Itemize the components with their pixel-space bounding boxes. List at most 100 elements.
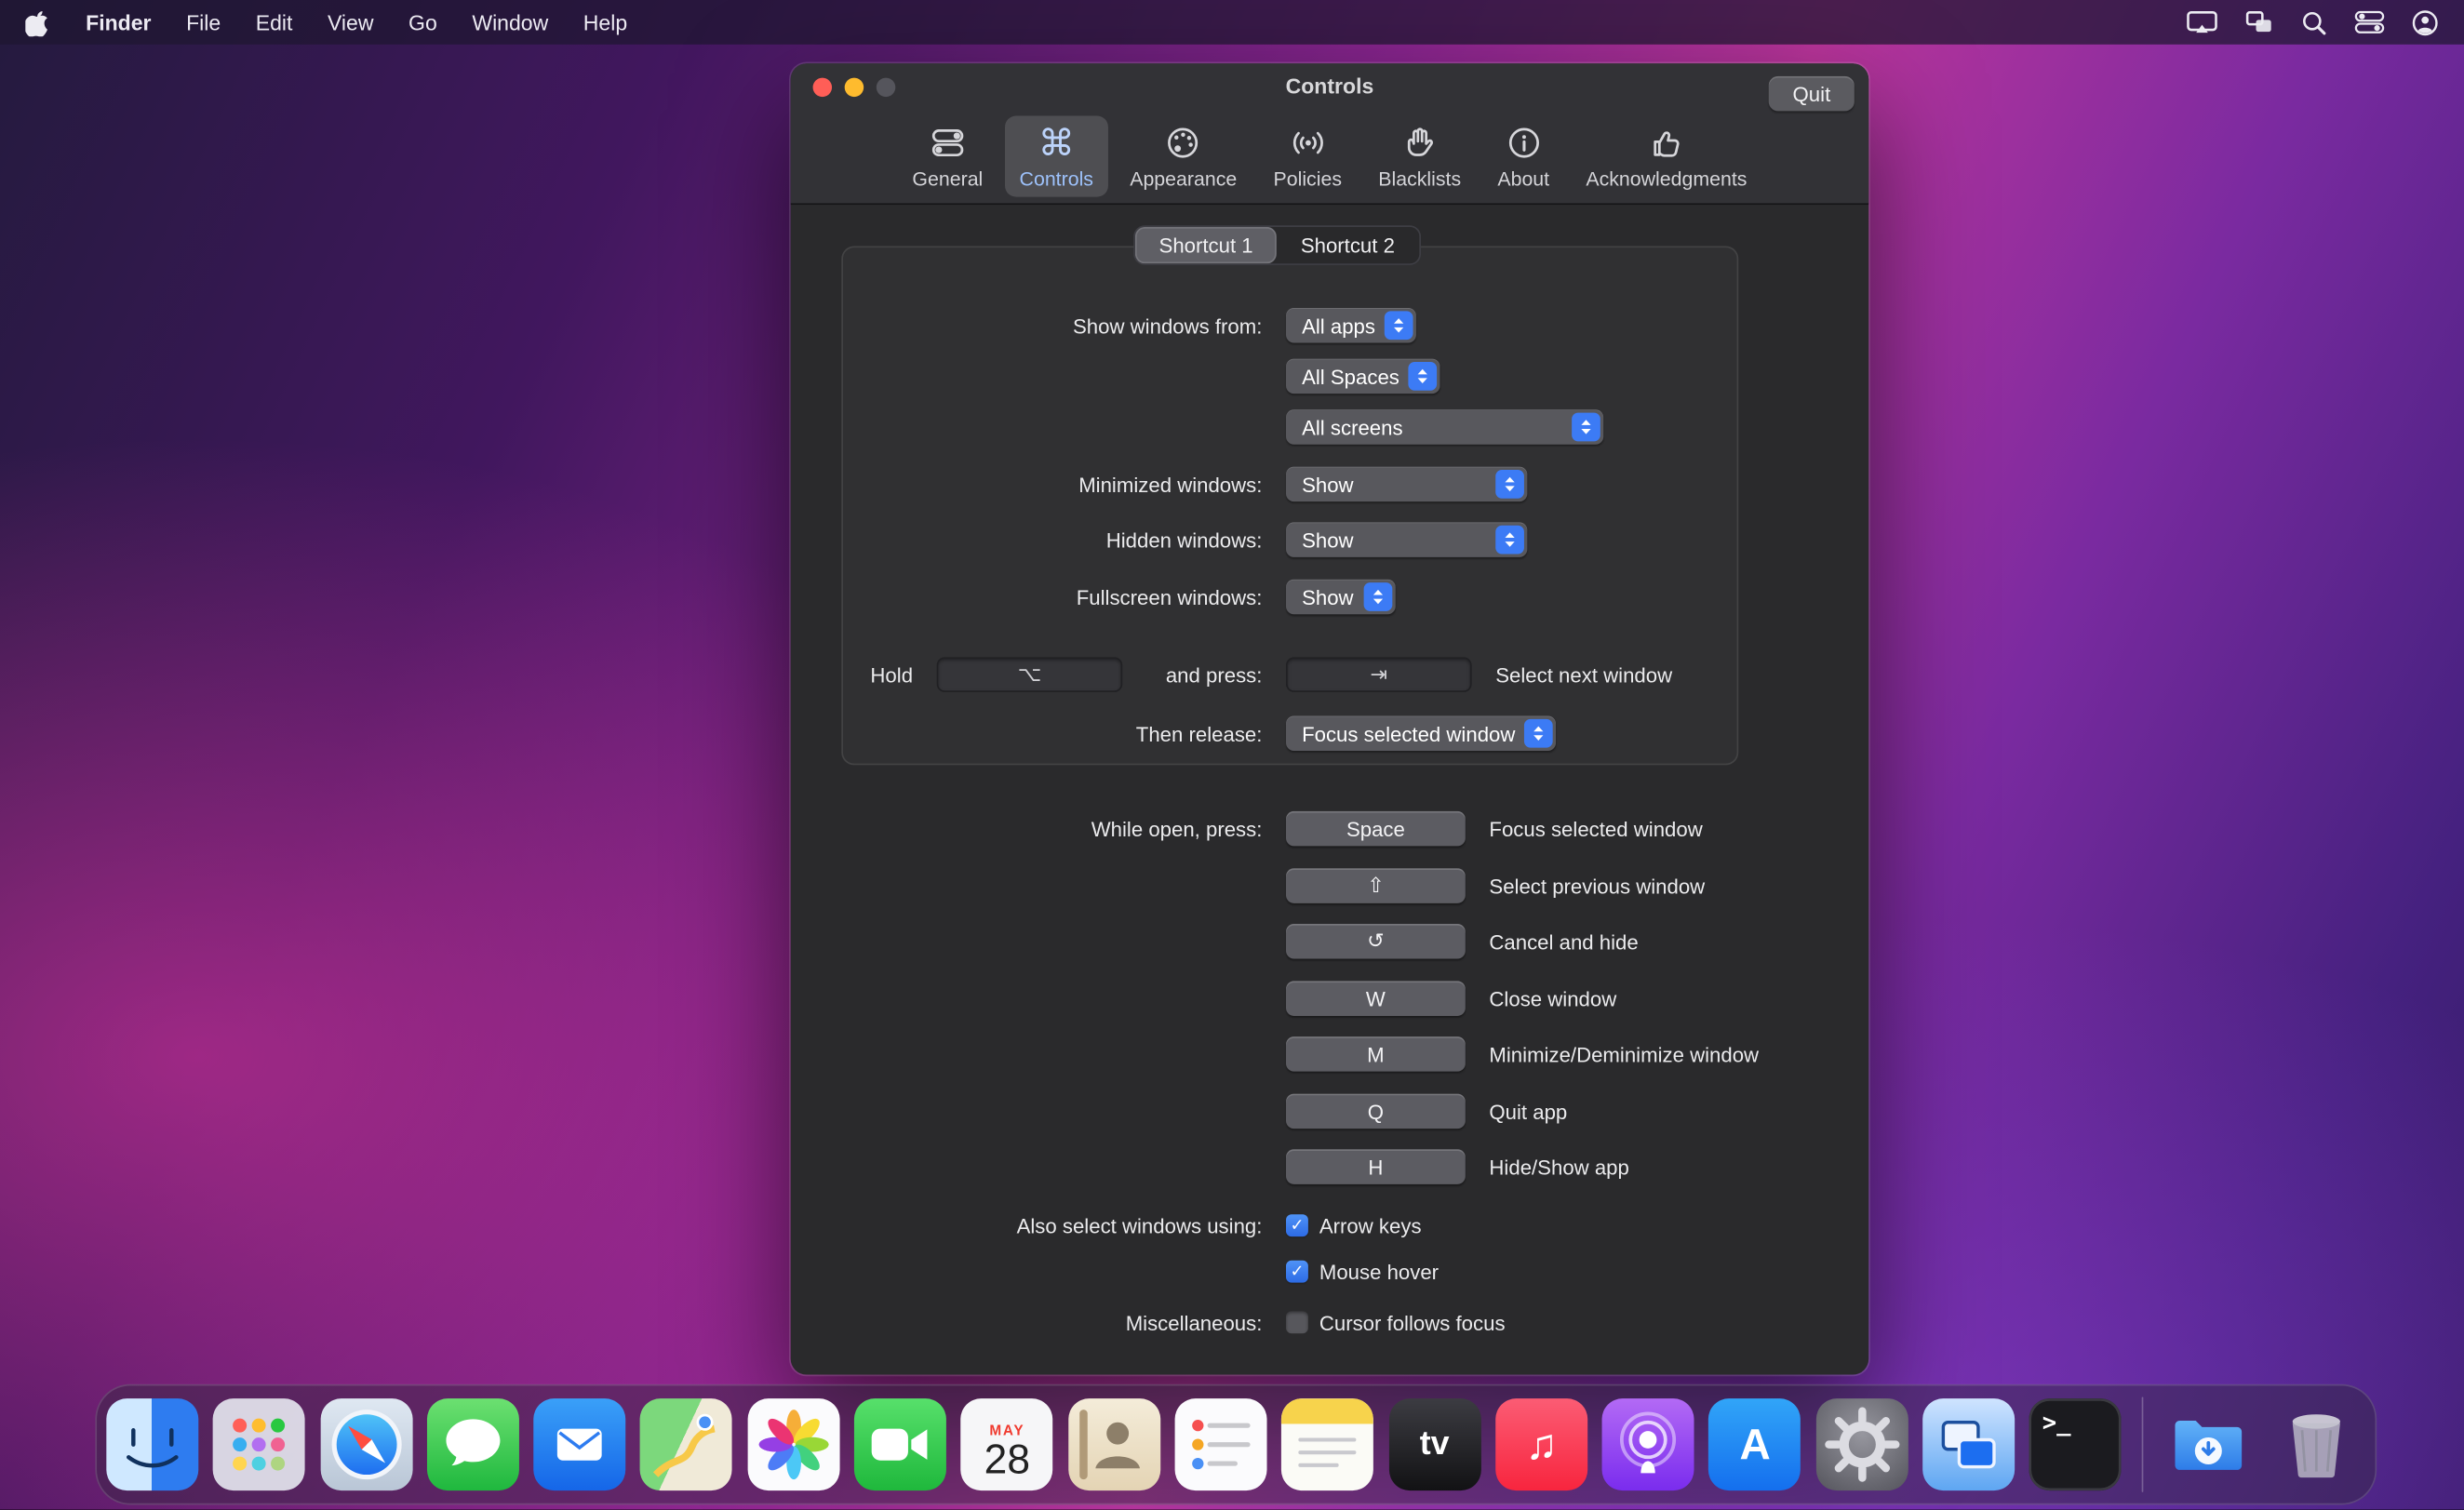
screen-mirroring-icon[interactable] [2186, 9, 2217, 34]
menu-window[interactable]: Window [455, 0, 566, 45]
launchpad-dock-icon[interactable] [213, 1398, 305, 1490]
fullscreen-windows-label: Fullscreen windows: [791, 585, 1263, 609]
notes-dock-icon[interactable] [1281, 1398, 1373, 1490]
mouse-hover-checkbox[interactable] [1286, 1261, 1308, 1283]
hold-label: Hold [791, 662, 913, 687]
tab-acknowledgments[interactable]: Acknowledgments [1572, 116, 1761, 197]
podcasts-dock-icon[interactable] [1602, 1398, 1694, 1490]
hidden-windows-popup[interactable]: Show [1286, 522, 1527, 557]
w-keycap[interactable]: W [1286, 981, 1466, 1016]
popup-value: Show [1302, 585, 1354, 609]
photos-dock-icon[interactable] [747, 1398, 839, 1490]
form-row: Then release: Focus selected window [791, 715, 1869, 751]
downloads-dock-icon[interactable] [2163, 1398, 2256, 1490]
popup-stepper-icon [1495, 526, 1524, 555]
terminal-dock-icon[interactable] [2029, 1398, 2122, 1490]
form-row: All Spaces [791, 359, 1869, 394]
tv-dock-icon[interactable] [1388, 1398, 1480, 1490]
tab-about[interactable]: About [1483, 116, 1563, 197]
control-center-icon[interactable] [2354, 9, 2384, 34]
cursor-follows-focus-checkbox[interactable] [1286, 1311, 1308, 1333]
menu-help[interactable]: Help [566, 0, 645, 45]
cursor-follows-focus-checkbox-label: Cursor follows focus [1319, 1310, 1506, 1334]
shift-keycap[interactable]: ⇧ [1286, 868, 1466, 903]
press-key-recorder[interactable]: ⇥ [1286, 657, 1472, 692]
tab-policies[interactable]: Policies [1259, 116, 1356, 197]
hold-shortcut-row: Hold ⌥ and press: ⇥ Select next window [791, 657, 1869, 692]
select-next-window-label: Select next window [1495, 662, 1672, 687]
hold-key-recorder[interactable]: ⌥ [937, 657, 1123, 692]
safari-dock-icon[interactable] [320, 1398, 412, 1490]
thumbs-up-icon [1647, 122, 1685, 163]
show-windows-apps-popup[interactable]: All apps [1286, 308, 1416, 343]
checkbox-row: Miscellaneous: Cursor follows focus [791, 1304, 1869, 1340]
shortcut-key-row: While open, press: Space Focus selected … [791, 811, 1869, 847]
tab-controls-label: Controls [1020, 168, 1093, 191]
menu-go[interactable]: Go [391, 0, 454, 45]
checkbox-row: Also select windows using: Arrow keys [791, 1208, 1869, 1243]
fullscreen-windows-popup[interactable]: Show [1286, 580, 1395, 615]
tab-general[interactable]: General [898, 116, 998, 197]
tab-controls[interactable]: Controls [1005, 116, 1107, 197]
shortcut-key-row: W Close window [791, 981, 1869, 1016]
tab-appearance-label: Appearance [1130, 168, 1237, 191]
maps-dock-icon[interactable] [640, 1398, 732, 1490]
shortcut-key-row: Q Quit app [791, 1094, 1869, 1129]
window-title: Controls [791, 74, 1869, 99]
user-account-icon[interactable] [2412, 8, 2439, 35]
alttab-dock-icon[interactable] [1922, 1398, 2015, 1490]
reminders-dock-icon[interactable] [1175, 1398, 1267, 1490]
system-preferences-dock-icon[interactable] [1815, 1398, 1908, 1490]
popup-value: All apps [1302, 314, 1375, 338]
mouse-hover-checkbox-label: Mouse hover [1319, 1260, 1439, 1284]
tab-blacklists-label: Blacklists [1378, 168, 1461, 191]
trash-dock-icon[interactable] [2270, 1398, 2362, 1490]
show-windows-screens-popup[interactable]: All screens [1286, 409, 1603, 445]
facetime-dock-icon[interactable] [854, 1398, 946, 1490]
controls-preferences-window: Controls Quit General Controls [791, 63, 1869, 1374]
contacts-dock-icon[interactable] [1068, 1398, 1160, 1490]
space-keycap[interactable]: Space [1286, 811, 1466, 847]
escape-keycap[interactable]: ↺ [1286, 924, 1466, 959]
keycap-action-label: Minimize/Deminimize window [1489, 1042, 1759, 1066]
apple-menu[interactable] [0, 8, 68, 35]
then-release-popup[interactable]: Focus selected window [1286, 715, 1557, 751]
h-keycap[interactable]: H [1286, 1149, 1466, 1184]
messages-dock-icon[interactable] [427, 1398, 519, 1490]
arrow-keys-checkbox-label: Arrow keys [1319, 1213, 1422, 1237]
q-keycap[interactable]: Q [1286, 1094, 1466, 1129]
shortcut-key-row: ⇧ Select previous window [791, 868, 1869, 903]
spotlight-search-icon[interactable] [2300, 8, 2327, 35]
menu-file[interactable]: File [168, 0, 238, 45]
calendar-day-label: 28 [984, 1437, 1030, 1478]
popup-stepper-icon [1572, 413, 1600, 442]
tab-shortcut-1[interactable]: Shortcut 1 [1135, 227, 1277, 263]
menu-edit[interactable]: Edit [238, 0, 310, 45]
also-select-label: Also select windows using: [791, 1213, 1263, 1237]
miscellaneous-label: Miscellaneous: [791, 1310, 1263, 1334]
alttab-menubar-icon[interactable] [2245, 9, 2274, 34]
quit-button[interactable]: Quit [1769, 76, 1855, 112]
show-windows-spaces-popup[interactable]: All Spaces [1286, 359, 1440, 394]
calendar-dock-icon[interactable]: MAY 28 [961, 1398, 1053, 1490]
keycap-action-label: Focus selected window [1489, 817, 1702, 841]
finder-dock-icon[interactable] [106, 1398, 198, 1490]
form-row: Hidden windows: Show [791, 522, 1869, 557]
keycap-action-label: Select previous window [1489, 874, 1705, 898]
popup-value: Show [1302, 528, 1354, 552]
menubar-app-name[interactable]: Finder [68, 10, 168, 34]
minimized-windows-popup[interactable]: Show [1286, 467, 1527, 502]
popup-value: All Spaces [1302, 365, 1399, 389]
app-store-dock-icon[interactable] [1709, 1398, 1801, 1490]
arrow-keys-checkbox[interactable] [1286, 1214, 1308, 1236]
music-dock-icon[interactable] [1495, 1398, 1587, 1490]
broadcast-icon [1289, 122, 1327, 163]
menu-view[interactable]: View [310, 0, 391, 45]
tab-blacklists[interactable]: Blacklists [1364, 116, 1476, 197]
tab-shortcut-2[interactable]: Shortcut 2 [1277, 227, 1418, 263]
tab-appearance[interactable]: Appearance [1116, 116, 1252, 197]
keycap-action-label: Close window [1489, 986, 1616, 1010]
mail-dock-icon[interactable] [534, 1398, 626, 1490]
dock-separator [2141, 1396, 2144, 1491]
m-keycap[interactable]: M [1286, 1036, 1466, 1072]
